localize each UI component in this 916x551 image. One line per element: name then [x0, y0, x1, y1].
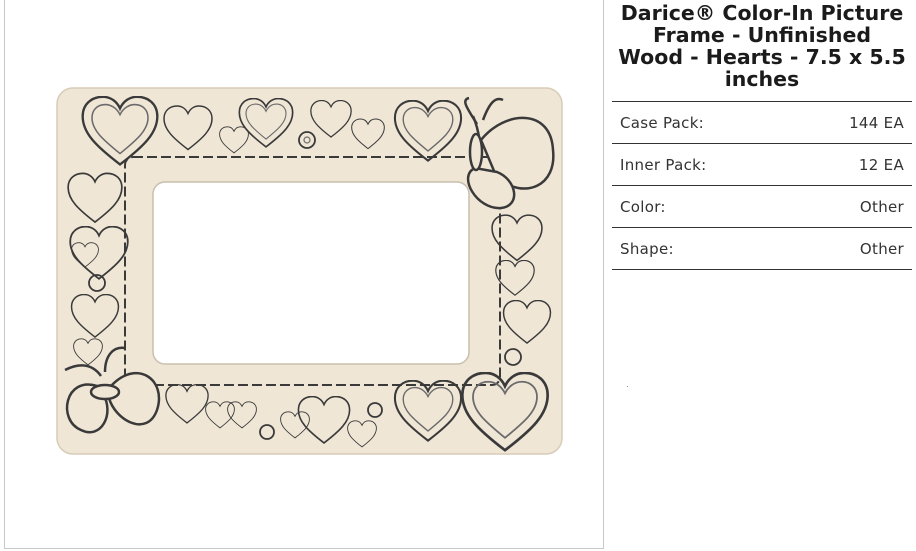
spec-value: Other — [859, 239, 904, 258]
spec-row-color: Color: Other — [612, 186, 912, 228]
spec-label: Shape: — [620, 239, 674, 258]
spec-label: Inner Pack: — [620, 155, 707, 174]
stray-dot — [627, 386, 628, 387]
spec-value: Other — [859, 197, 904, 216]
spec-table: Case Pack: 144 EA Inner Pack: 12 EA Colo… — [612, 101, 912, 270]
product-info: Darice® Color-In Picture Frame - Unfinis… — [612, 0, 912, 270]
spec-row-case-pack: Case Pack: 144 EA — [612, 102, 912, 144]
spec-row-inner-pack: Inner Pack: 12 EA — [612, 144, 912, 186]
spec-row-shape: Shape: Other — [612, 228, 912, 270]
spec-value: 144 EA — [849, 113, 904, 132]
product-title: Darice® Color-In Picture Frame - Unfinis… — [618, 1, 906, 91]
product-image-panel — [4, 0, 604, 549]
spec-value: 12 EA — [858, 155, 904, 174]
frame-opening — [152, 181, 470, 365]
spec-label: Color: — [620, 197, 666, 216]
spec-label: Case Pack: — [620, 113, 705, 132]
product-image — [56, 87, 563, 455]
